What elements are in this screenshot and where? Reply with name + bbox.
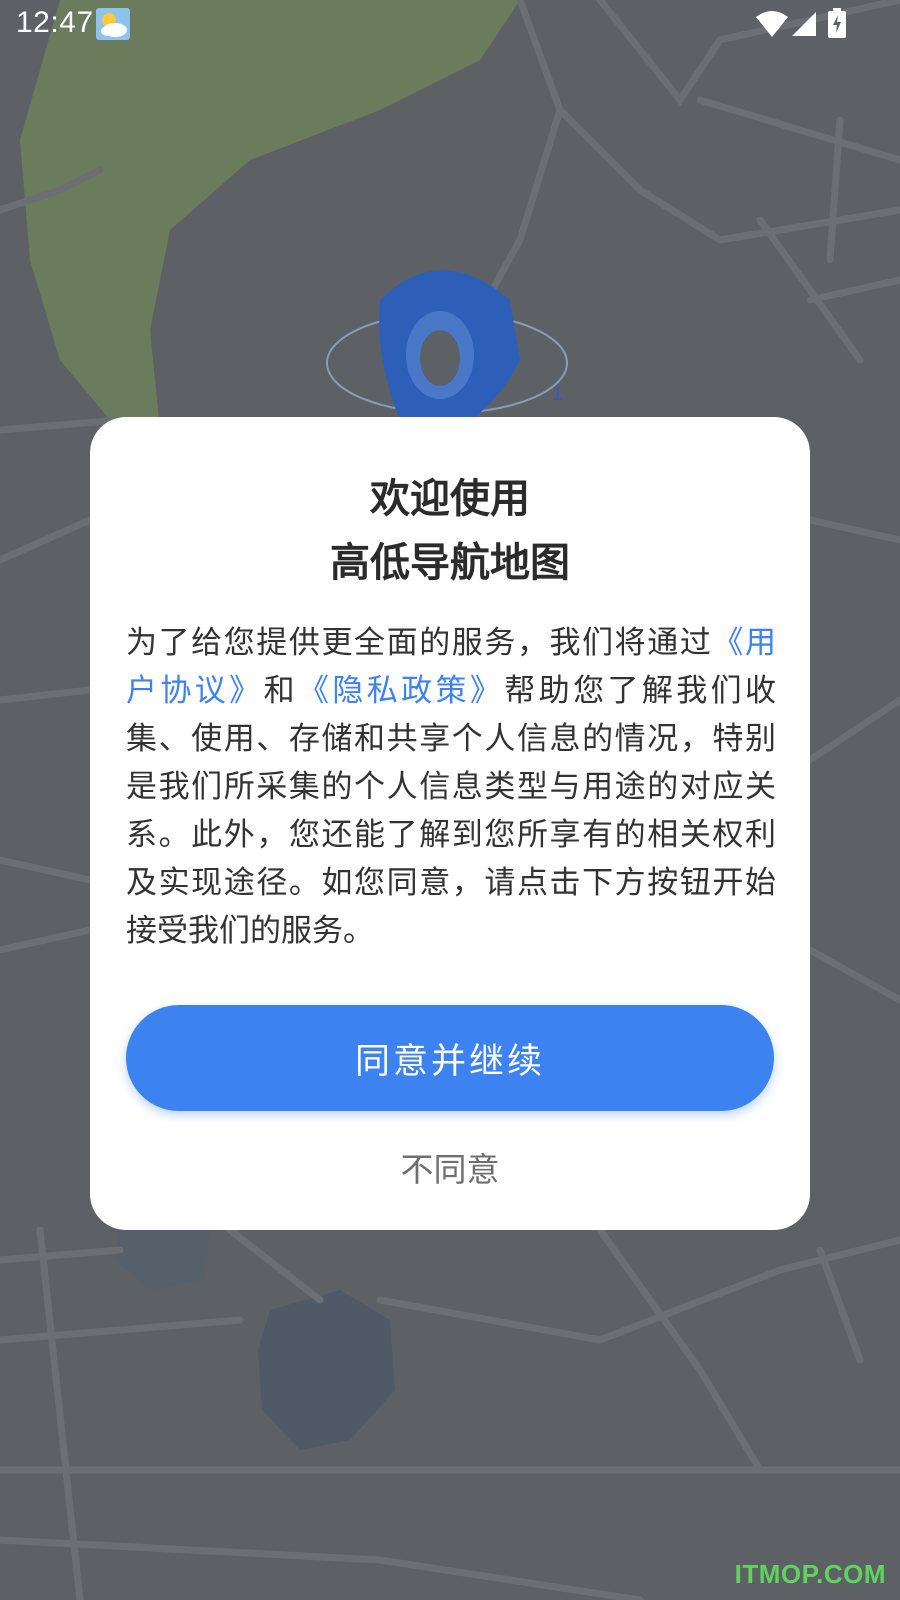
body-text-part1: 为了给您提供更全面的服务，我们将通过 bbox=[126, 625, 713, 661]
agree-and-continue-button[interactable]: 同意并继续 bbox=[126, 1005, 774, 1111]
wifi-icon bbox=[756, 10, 788, 38]
body-text-and: 和 bbox=[263, 673, 298, 709]
dialog-title-line1: 欢迎使用 bbox=[370, 476, 530, 522]
battery-charging-icon bbox=[828, 8, 846, 38]
status-time: 12:47 bbox=[16, 6, 94, 39]
privacy-policy-link[interactable]: 《隐私政策》 bbox=[298, 673, 504, 709]
dialog-body-text: 为了给您提供更全面的服务，我们将通过《用户协议》和《隐私政策》帮助您了解我们收集… bbox=[126, 619, 776, 955]
svg-text:1: 1 bbox=[552, 384, 563, 405]
dialog-title-line2: 高低导航地图 bbox=[330, 540, 570, 586]
status-bar: 12:47 bbox=[0, 0, 900, 48]
cell-signal-icon bbox=[790, 10, 818, 38]
privacy-consent-dialog: 欢迎使用 高低导航地图 为了给您提供更全面的服务，我们将通过《用户协议》和《隐私… bbox=[90, 417, 810, 1230]
dialog-title: 欢迎使用 高低导航地图 bbox=[90, 467, 810, 595]
body-text-part2: 帮助您了解我们收集、使用、存储和共享个人信息的情况，特别是我们所采集的个人信息类… bbox=[126, 673, 777, 949]
site-watermark: ITMOP.COM bbox=[734, 1559, 886, 1589]
disagree-button[interactable]: 不同意 bbox=[90, 1139, 810, 1199]
partly-cloudy-icon bbox=[96, 8, 130, 40]
